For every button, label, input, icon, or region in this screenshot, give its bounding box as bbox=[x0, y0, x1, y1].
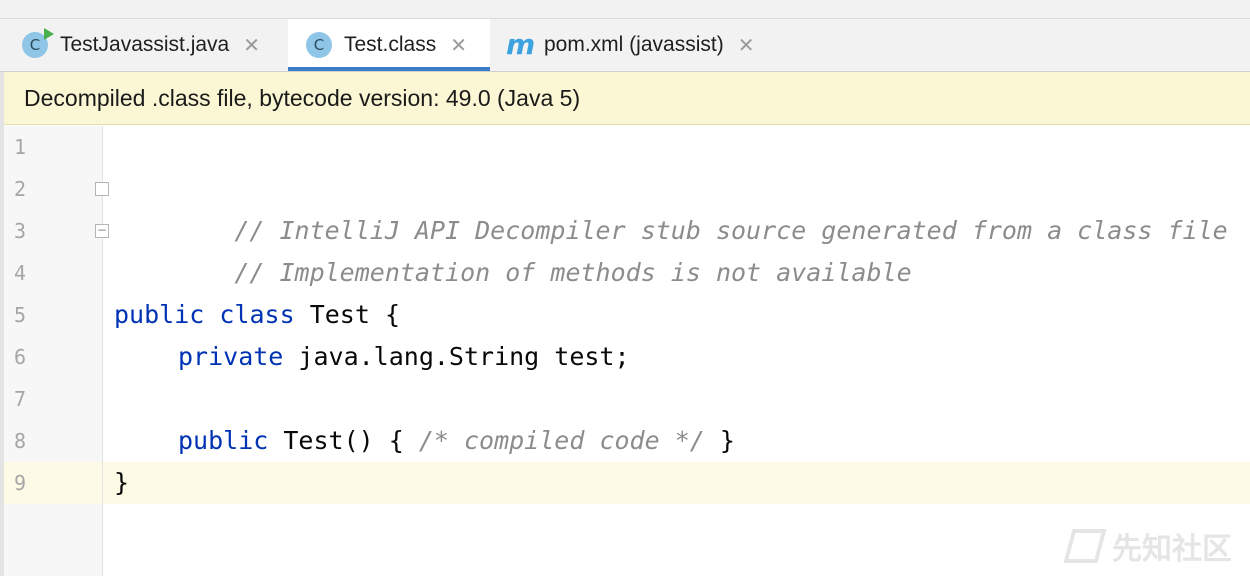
code-text: Test() { bbox=[268, 426, 419, 455]
watermark-text: 先知社区 bbox=[1112, 532, 1232, 567]
tab-testjavassist-java[interactable]: C TestJavassist.java ✕ bbox=[0, 19, 288, 71]
keyword: private bbox=[178, 342, 284, 371]
fold-start-icon[interactable] bbox=[95, 182, 109, 196]
close-icon[interactable]: ✕ bbox=[243, 35, 260, 55]
inline-comment: /* compiled code */ bbox=[418, 426, 705, 455]
keyword: public bbox=[114, 300, 205, 329]
code-text: } bbox=[704, 426, 735, 455]
line-number: 7 bbox=[14, 387, 27, 411]
code-line-8: public Test() { /* compiled code */ } bbox=[178, 420, 735, 462]
code-line-9: } bbox=[114, 462, 129, 504]
editor-tab-bar: C TestJavassist.java ✕ C Test.class ✕ m … bbox=[0, 19, 1250, 72]
code-editor[interactable]: 1 2 3 4 5 6 7 8 9 − // IntelliJ API Deco… bbox=[4, 126, 1250, 576]
watermark-logo-icon bbox=[1063, 529, 1107, 563]
comment: // Implementation of methods is not avai… bbox=[234, 258, 912, 287]
tab-test-class[interactable]: C Test.class ✕ bbox=[288, 19, 490, 71]
banner-text: Decompiled .class file, bytecode version… bbox=[24, 84, 581, 111]
code-text: } bbox=[114, 468, 130, 497]
code-line-6: private java.lang.String test; bbox=[178, 336, 630, 378]
title-strip bbox=[0, 0, 1250, 19]
line-number: 5 bbox=[14, 303, 27, 327]
tab-label: Test.class bbox=[344, 33, 437, 56]
line-number: 6 bbox=[14, 345, 27, 369]
code-line-2: // IntelliJ API Decompiler stub source g… bbox=[144, 168, 1227, 245]
line-number: 2 bbox=[14, 177, 27, 201]
line-number: 9 bbox=[14, 471, 27, 495]
keyword: class bbox=[219, 300, 295, 329]
line-number: 4 bbox=[14, 261, 27, 285]
tab-label: TestJavassist.java bbox=[60, 33, 230, 56]
class-icon: C bbox=[306, 32, 332, 58]
decompiled-banner: Decompiled .class file, bytecode version… bbox=[4, 72, 1250, 125]
maven-icon: m bbox=[506, 28, 536, 61]
line-number: 3 bbox=[14, 219, 27, 243]
tab-label: pom.xml (javassist) bbox=[544, 33, 724, 56]
run-badge-icon bbox=[44, 28, 54, 40]
line-number: 8 bbox=[14, 429, 27, 453]
line-number: 1 bbox=[14, 135, 27, 159]
code-text: Test { bbox=[294, 300, 400, 329]
ide-window: C TestJavassist.java ✕ C Test.class ✕ m … bbox=[0, 0, 1250, 576]
watermark: 先知社区 bbox=[1063, 524, 1232, 568]
close-icon[interactable]: ✕ bbox=[738, 35, 755, 55]
tab-pom-xml[interactable]: m pom.xml (javassist) ✕ bbox=[490, 19, 790, 71]
code-text: java.lang.String test; bbox=[283, 342, 630, 371]
code-line-5: public class Test { bbox=[114, 294, 400, 336]
keyword: public bbox=[178, 426, 269, 455]
close-icon[interactable]: ✕ bbox=[450, 35, 467, 55]
fold-end-icon[interactable]: − bbox=[95, 224, 109, 238]
current-line-highlight bbox=[103, 462, 1250, 504]
code-line-3: // Implementation of methods is not avai… bbox=[144, 210, 911, 287]
class-run-icon: C bbox=[22, 28, 54, 58]
